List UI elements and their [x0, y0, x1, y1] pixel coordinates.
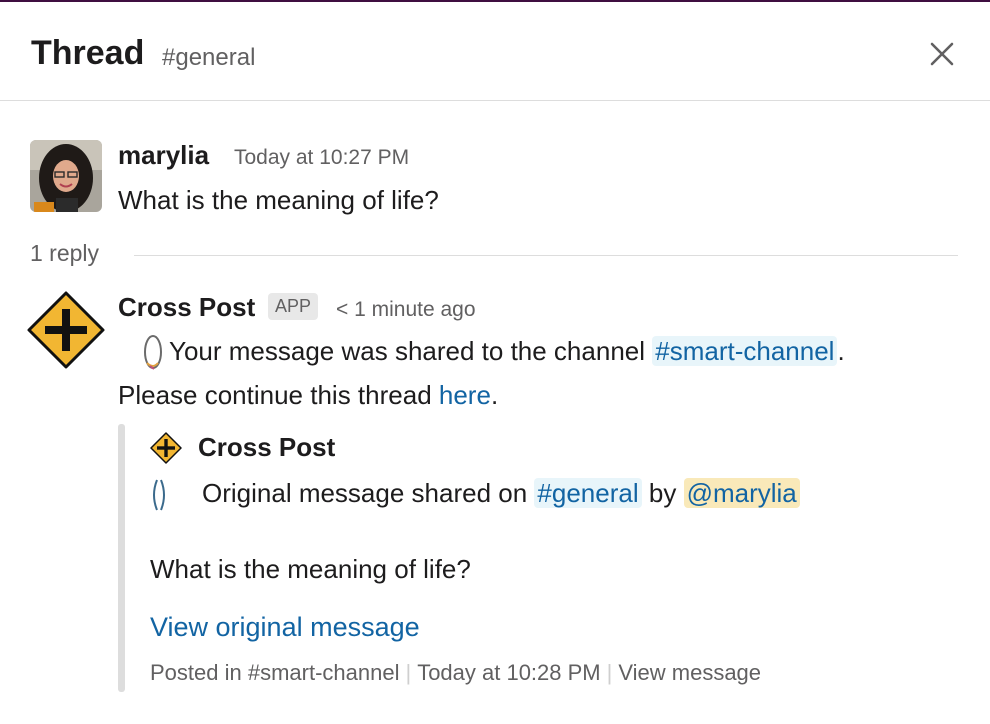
reply-line-1-suffix: .	[837, 336, 845, 366]
reply-line-1: Your message was shared to the channel #…	[169, 336, 845, 367]
avatar[interactable]	[30, 140, 102, 212]
user-mention-marylia[interactable]: @marylia	[683, 478, 800, 508]
attachment-shared-line: Original message shared on #general by @…	[202, 478, 800, 509]
channel-link-general[interactable]: #general	[534, 478, 642, 508]
thread-header: Thread #general	[0, 2, 990, 101]
emoji-icon	[144, 335, 162, 370]
bot-avatar[interactable]	[26, 290, 106, 370]
message-timestamp[interactable]: Today at 10:27 PM	[234, 146, 409, 170]
thread-title: Thread	[31, 34, 145, 72]
view-original-link[interactable]: View original message	[150, 612, 420, 643]
close-icon	[930, 42, 954, 66]
reply-line-1-text: Your message was shared to the channel	[169, 336, 646, 366]
footer-posted-in[interactable]: Posted in #smart-channel	[150, 660, 399, 685]
reply-divider	[134, 255, 958, 256]
attachment-author[interactable]: Cross Post	[198, 432, 335, 463]
crossroads-sign-small-icon	[150, 432, 182, 464]
footer-view-message[interactable]: View message	[618, 660, 761, 685]
reply-line-2: Please continue this thread here.	[118, 380, 498, 411]
reply-author[interactable]: Cross Post	[118, 292, 255, 323]
shared-by-text: by	[648, 478, 677, 508]
reply-line-2-suffix: .	[490, 380, 499, 410]
user-photo	[30, 140, 102, 212]
message-author[interactable]: marylia	[118, 140, 209, 171]
attachment-emoji-icon	[153, 479, 165, 511]
attachment-author-icon	[150, 432, 182, 464]
channel-link-smart-channel[interactable]: #smart-channel	[652, 336, 838, 366]
reply-line-2-text: Please continue this thread	[118, 380, 432, 410]
close-button[interactable]	[920, 32, 964, 76]
footer-separator: |	[606, 660, 613, 685]
attachment-quote: What is the meaning of life?	[150, 554, 471, 584]
shared-text: Original message shared on	[202, 478, 528, 508]
thread-channel-name[interactable]: #general	[162, 44, 255, 72]
footer-timestamp[interactable]: Today at 10:28 PM	[417, 660, 600, 685]
reply-timestamp[interactable]: < 1 minute ago	[336, 298, 476, 322]
crossroads-sign-icon	[27, 291, 105, 369]
attachment-footer: Posted in #smart-channel | Today at 10:28 …	[150, 660, 761, 686]
app-badge: APP	[268, 293, 319, 320]
here-link[interactable]: here	[439, 380, 491, 410]
message-text: What is the meaning of life?	[118, 185, 439, 215]
reply-count: 1 reply	[30, 240, 100, 266]
attachment-bar	[118, 424, 125, 692]
footer-separator: |	[405, 660, 412, 685]
